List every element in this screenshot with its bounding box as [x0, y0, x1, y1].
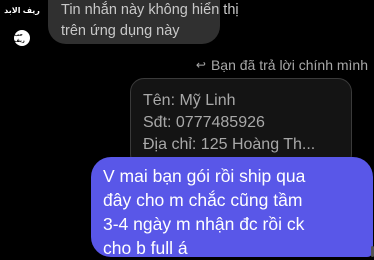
avatar-badge: حب ريف	[14, 30, 30, 46]
quoted-message-line: Tên: Mỹ Linh	[143, 92, 236, 109]
outgoing-message-line: V mai bạn gói rồi ship qua	[103, 166, 306, 186]
outgoing-message-line: đây cho m chắc cũng tầm	[103, 190, 303, 210]
incoming-message-line: Tin nhắn này không hiển thị	[61, 2, 239, 18]
outgoing-message-line: cho b full á	[103, 238, 188, 258]
reply-header-text: Bạn đã trả lời chính mình	[210, 57, 368, 73]
avatar-title: ريف الابد	[4, 6, 40, 15]
reply-header: ↩ Bạn đã trả lời chính mình	[196, 57, 368, 73]
incoming-message-line: trên ứng dụng này	[61, 23, 180, 39]
quoted-message-bubble[interactable]: Tên: Mỹ Linh Sđt: 0777485926 Địa chỉ: 12…	[130, 78, 352, 168]
avatar-badge-text: حب ريف	[14, 32, 25, 44]
reply-arrow-icon: ↩	[195, 58, 206, 72]
sender-avatar[interactable]: ريف الابد حب ريف	[4, 4, 40, 50]
outgoing-message-bubble[interactable]: V mai bạn gói rồi ship qua đây cho m chắ…	[91, 157, 373, 258]
incoming-message-bubble[interactable]: Tin nhắn này không hiển thị trên ứng dụn…	[48, 0, 239, 44]
quoted-message-line: Sđt: 0777485926	[143, 114, 265, 131]
outgoing-message-line: 3-4 ngày m nhận đc rồi ck	[103, 214, 305, 234]
quoted-message-line: Địa chỉ: 125 Hoàng Th...	[143, 136, 316, 153]
